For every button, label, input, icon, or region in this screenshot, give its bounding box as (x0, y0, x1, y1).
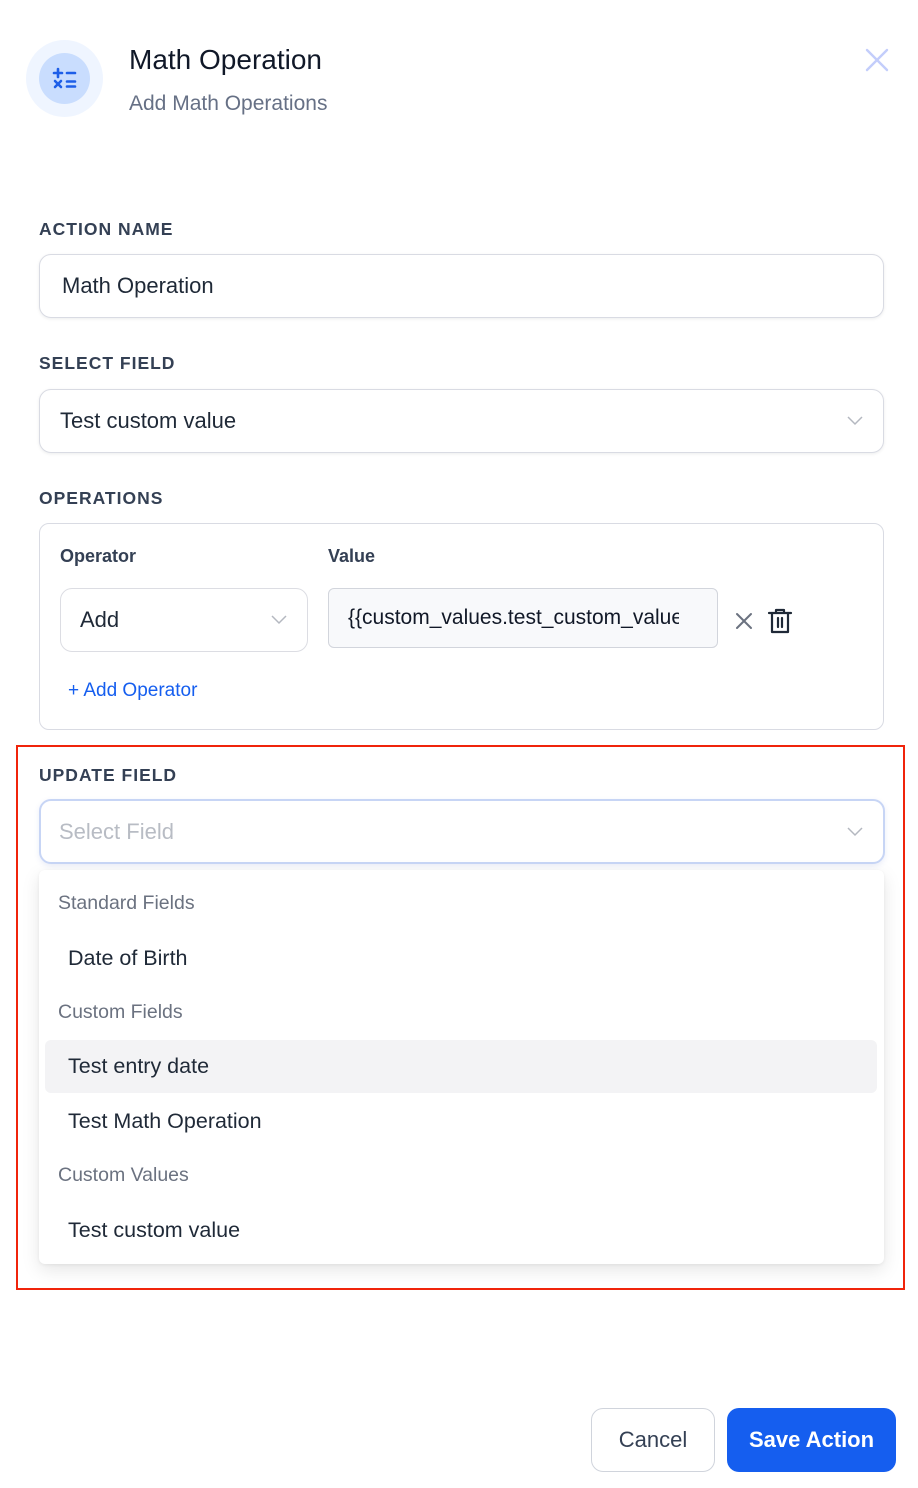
operation-value-text: {{custom_values.test_custom_value}} (348, 606, 679, 629)
trash-icon (767, 608, 793, 634)
option-label: Test Math Operation (68, 1109, 262, 1133)
option-label: Date of Birth (68, 946, 188, 970)
modal-header: Math Operation Add Math Operations (0, 0, 918, 140)
operator-value: Add (80, 607, 120, 632)
update-field-dropdown-menu: Standard Fields Date of Birth Custom Fie… (39, 870, 884, 1264)
operator-select[interactable]: Add (60, 588, 308, 652)
modal-title: Math Operation (129, 44, 322, 75)
save-action-button[interactable]: Save Action (727, 1408, 896, 1472)
action-name-label: ACTION NAME (39, 219, 174, 239)
option-test-entry-date[interactable]: Test entry date (45, 1040, 877, 1093)
operations-label: OPERATIONS (39, 488, 164, 508)
option-test-math-operation[interactable]: Test Math Operation (45, 1095, 877, 1148)
option-label: Test custom value (68, 1218, 241, 1242)
header-icon-badge (26, 40, 103, 117)
add-operator-link[interactable]: + Add Operator (68, 680, 197, 702)
clear-value-button[interactable] (734, 611, 754, 631)
value-column-header: Value (328, 546, 376, 566)
option-date-of-birth[interactable]: Date of Birth (45, 932, 877, 985)
update-field-placeholder: Select Field (59, 818, 174, 844)
group-label-standard-fields: Standard Fields (58, 892, 195, 914)
group-label-custom-values: Custom Values (58, 1164, 189, 1186)
chevron-down-icon (847, 416, 863, 426)
action-name-input[interactable]: Math Operation (39, 254, 884, 318)
close-button[interactable] (862, 45, 892, 75)
cancel-button[interactable]: Cancel (591, 1408, 715, 1472)
select-field-dropdown[interactable]: Test custom value (39, 389, 884, 453)
group-label-custom-fields: Custom Fields (58, 1001, 183, 1023)
operations-panel: Operator Value Add {{custom_values.test_… (39, 523, 884, 730)
option-test-custom-value[interactable]: Test custom value (45, 1204, 877, 1257)
math-operators-icon (39, 53, 90, 104)
close-icon (865, 48, 889, 72)
modal-subtitle: Add Math Operations (129, 92, 328, 115)
option-label: Test entry date (68, 1054, 210, 1078)
operation-value-input[interactable]: {{custom_values.test_custom_value}} (328, 588, 718, 648)
update-field-select[interactable]: Select Field (39, 799, 885, 864)
close-icon (736, 613, 752, 629)
select-field-value: Test custom value (60, 408, 237, 433)
select-field-label: SELECT FIELD (39, 353, 176, 373)
chevron-down-icon (271, 615, 287, 625)
update-field-label: UPDATE FIELD (39, 765, 178, 785)
delete-operation-button[interactable] (767, 607, 793, 635)
action-name-value: Math Operation (62, 273, 214, 298)
chevron-down-icon (847, 826, 863, 836)
operator-column-header: Operator (60, 546, 137, 566)
